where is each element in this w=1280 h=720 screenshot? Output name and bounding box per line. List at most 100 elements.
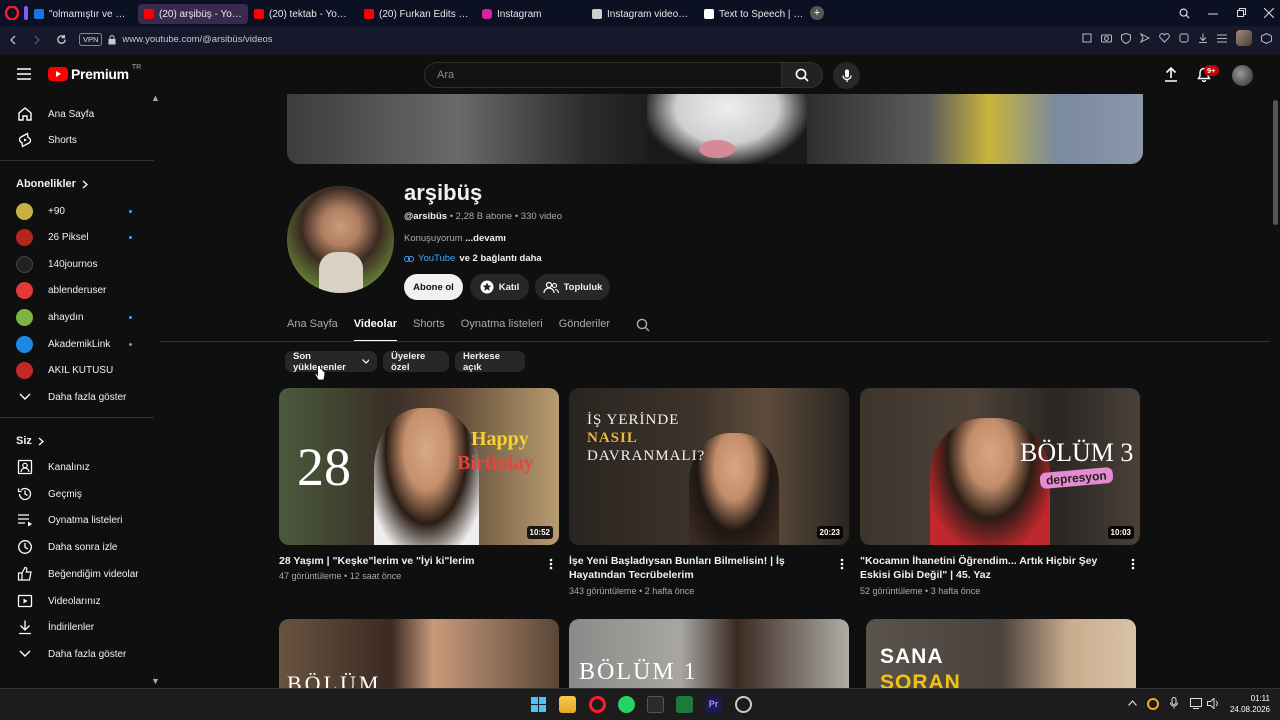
sidebar-sub-item[interactable]: 140journos — [0, 251, 150, 277]
menu-icon[interactable] — [1217, 34, 1227, 43]
video-thumbnail[interactable]: 28 Happy Birthday 10:52 — [279, 388, 559, 545]
sidebar-show-more[interactable]: Daha fazla göster — [0, 384, 150, 410]
reload-icon[interactable] — [56, 34, 67, 45]
channel-links[interactable]: YouTube ve 2 bağlantı daha — [404, 253, 542, 264]
sidebar-item-shorts[interactable]: Shorts — [0, 127, 150, 153]
opera-logo-icon[interactable] — [0, 0, 24, 26]
video-thumbnail[interactable]: BÖLÜM 3 depresyon 10:03 — [860, 388, 1140, 545]
subscriptions-heading[interactable]: Abonelikler — [16, 178, 88, 190]
sidebar-item-playlists[interactable]: Oynatma listeleri — [0, 507, 150, 533]
tab-search-icon[interactable] — [1179, 8, 1190, 19]
volume-icon[interactable] — [1207, 698, 1219, 709]
lock-icon[interactable] — [108, 34, 116, 45]
new-tab-plus-icon[interactable]: + — [810, 6, 824, 20]
sidebar-item-liked[interactable]: Beğendiğim videolar — [0, 561, 150, 587]
sidebar-item-history[interactable]: Geçmiş — [0, 481, 150, 507]
media-player-icon[interactable] — [676, 696, 693, 713]
sidebar-sub-item[interactable]: +90 — [0, 198, 150, 224]
page-scrollbar[interactable] — [1270, 94, 1280, 688]
url-text[interactable]: www.youtube.com/@arsibüs/videos — [122, 34, 272, 45]
tray-chevron-up-icon[interactable] — [1128, 700, 1137, 706]
user-avatar[interactable] — [1232, 65, 1253, 86]
minimize-icon[interactable] — [1208, 8, 1218, 18]
browser-tab[interactable]: "olmamıştır ve muhtemelen — [28, 4, 138, 24]
more-options-icon[interactable] — [837, 556, 847, 572]
video-title[interactable]: "Kocamın İhanetini Öğrendim... Artık Hiç… — [860, 554, 1122, 582]
tab-home[interactable]: Ana Sayfa — [287, 318, 338, 342]
public-chip[interactable]: Herkese açık — [455, 351, 525, 373]
sort-latest-chip[interactable]: Son yüklenenler — [285, 351, 377, 373]
sidebar-sub-item[interactable]: 26 Piksel — [0, 224, 150, 250]
upload-icon[interactable] — [1164, 67, 1178, 82]
profile-avatar[interactable] — [1236, 30, 1252, 46]
video-title[interactable]: İşe Yeni Başladıysan Bunları Bilmelisin!… — [569, 554, 831, 582]
app-icon[interactable] — [735, 696, 752, 713]
scrollbar-thumb[interactable] — [1273, 100, 1278, 225]
join-button[interactable]: Katıl — [470, 274, 529, 300]
extensions-icon[interactable] — [1261, 32, 1272, 44]
search-button[interactable] — [781, 62, 823, 88]
sidebar-item-your-videos[interactable]: Videolarınız — [0, 588, 150, 614]
channel-search-icon[interactable] — [636, 318, 650, 332]
description-more-link[interactable]: ...devamı — [465, 233, 506, 244]
microphone-icon[interactable] — [1170, 697, 1178, 709]
browser-tab[interactable]: Instagram — [476, 4, 586, 24]
video-title[interactable]: 28 Yaşım | "Keşke"lerim ve "İyi ki"lerim — [279, 554, 534, 568]
opera-icon[interactable] — [589, 696, 606, 713]
browser-tab-active[interactable]: (20) arşibüş - YouTube — [138, 4, 248, 24]
search-input[interactable]: Ara — [424, 62, 782, 88]
tray-app-icon[interactable] — [1147, 698, 1159, 710]
voice-search-button[interactable] — [833, 62, 860, 89]
browser-tab[interactable]: (20) tektab - YouTube — [248, 4, 358, 24]
members-only-chip[interactable]: Üyelere özel — [383, 351, 449, 373]
tab-posts[interactable]: Gönderiler — [559, 318, 610, 342]
system-clock[interactable]: 01:11 24.08.2026 — [1230, 693, 1270, 715]
channel-avatar[interactable] — [287, 186, 394, 293]
edit-icon[interactable] — [1082, 33, 1092, 43]
sidebar-sub-item[interactable]: ahaydın — [0, 304, 150, 330]
back-icon[interactable] — [8, 35, 18, 45]
file-explorer-icon[interactable] — [559, 696, 576, 713]
sidebar-scroll-up-icon[interactable]: ▲ — [151, 94, 160, 103]
restore-icon[interactable] — [1236, 8, 1246, 18]
you-heading[interactable]: Siz — [16, 435, 44, 447]
terminal-icon[interactable] — [647, 696, 664, 713]
video-thumbnail[interactable]: SANA SORAN — [866, 619, 1136, 688]
heart-icon[interactable] — [1159, 33, 1170, 43]
sidebar-item-your-channel[interactable]: Kanalınız — [0, 454, 150, 480]
video-thumbnail[interactable]: BÖLÜM — [279, 619, 559, 688]
youtube-premium-logo[interactable]: Premium TR — [48, 64, 141, 82]
video-thumbnail[interactable]: BÖLÜM 1 — [569, 619, 849, 688]
browser-tab[interactable]: Text to Speech | ElevenLabs — [698, 4, 810, 24]
tab-videos[interactable]: Videolar — [353, 318, 397, 342]
subscribe-button[interactable]: Abone ol — [404, 274, 463, 300]
box-icon[interactable] — [1179, 33, 1189, 43]
channel-link-text[interactable]: YouTube — [418, 253, 455, 264]
download-icon[interactable] — [1198, 33, 1208, 43]
more-options-icon[interactable] — [1128, 556, 1138, 572]
tab-playlists[interactable]: Oynatma listeleri — [461, 318, 543, 342]
video-thumbnail[interactable]: İŞ YERİNDE NASIL DAVRANMALI? 20:23 — [569, 388, 849, 545]
sidebar-scroll-down-icon[interactable]: ▼ — [151, 676, 160, 686]
tab-shorts[interactable]: Shorts — [413, 318, 445, 342]
hamburger-menu-icon[interactable] — [17, 68, 31, 80]
sidebar-item-home[interactable]: Ana Sayfa — [0, 101, 150, 127]
sidebar-sub-item[interactable]: AKIL KUTUSU — [0, 357, 150, 383]
whatsapp-icon[interactable] — [618, 696, 635, 713]
forward-icon[interactable] — [32, 35, 42, 45]
close-window-icon[interactable] — [1264, 8, 1274, 18]
channel-more-links[interactable]: ve 2 bağlantı daha — [459, 253, 541, 264]
browser-tab[interactable]: (20) Furkan Edits - YouTube — [358, 4, 476, 24]
sidebar-item-watch-later[interactable]: Daha sonra izle — [0, 534, 150, 560]
sidebar-sub-item[interactable]: AkademikLink — [0, 331, 150, 357]
network-icon[interactable] — [1190, 698, 1202, 709]
sidebar-sub-item[interactable]: ablenderuser — [0, 277, 150, 303]
sidebar-item-downloads[interactable]: İndirilenler — [0, 614, 150, 640]
windows-start-icon[interactable] — [530, 696, 547, 713]
channel-description[interactable]: Konuşuyorum ...devamı — [404, 233, 506, 244]
camera-icon[interactable] — [1101, 33, 1112, 43]
sidebar-show-more[interactable]: Daha fazla göster — [0, 641, 150, 667]
premiere-pro-icon[interactable]: Pr — [705, 696, 722, 713]
community-button[interactable]: Topluluk — [535, 274, 610, 300]
shield-icon[interactable] — [1121, 32, 1131, 44]
